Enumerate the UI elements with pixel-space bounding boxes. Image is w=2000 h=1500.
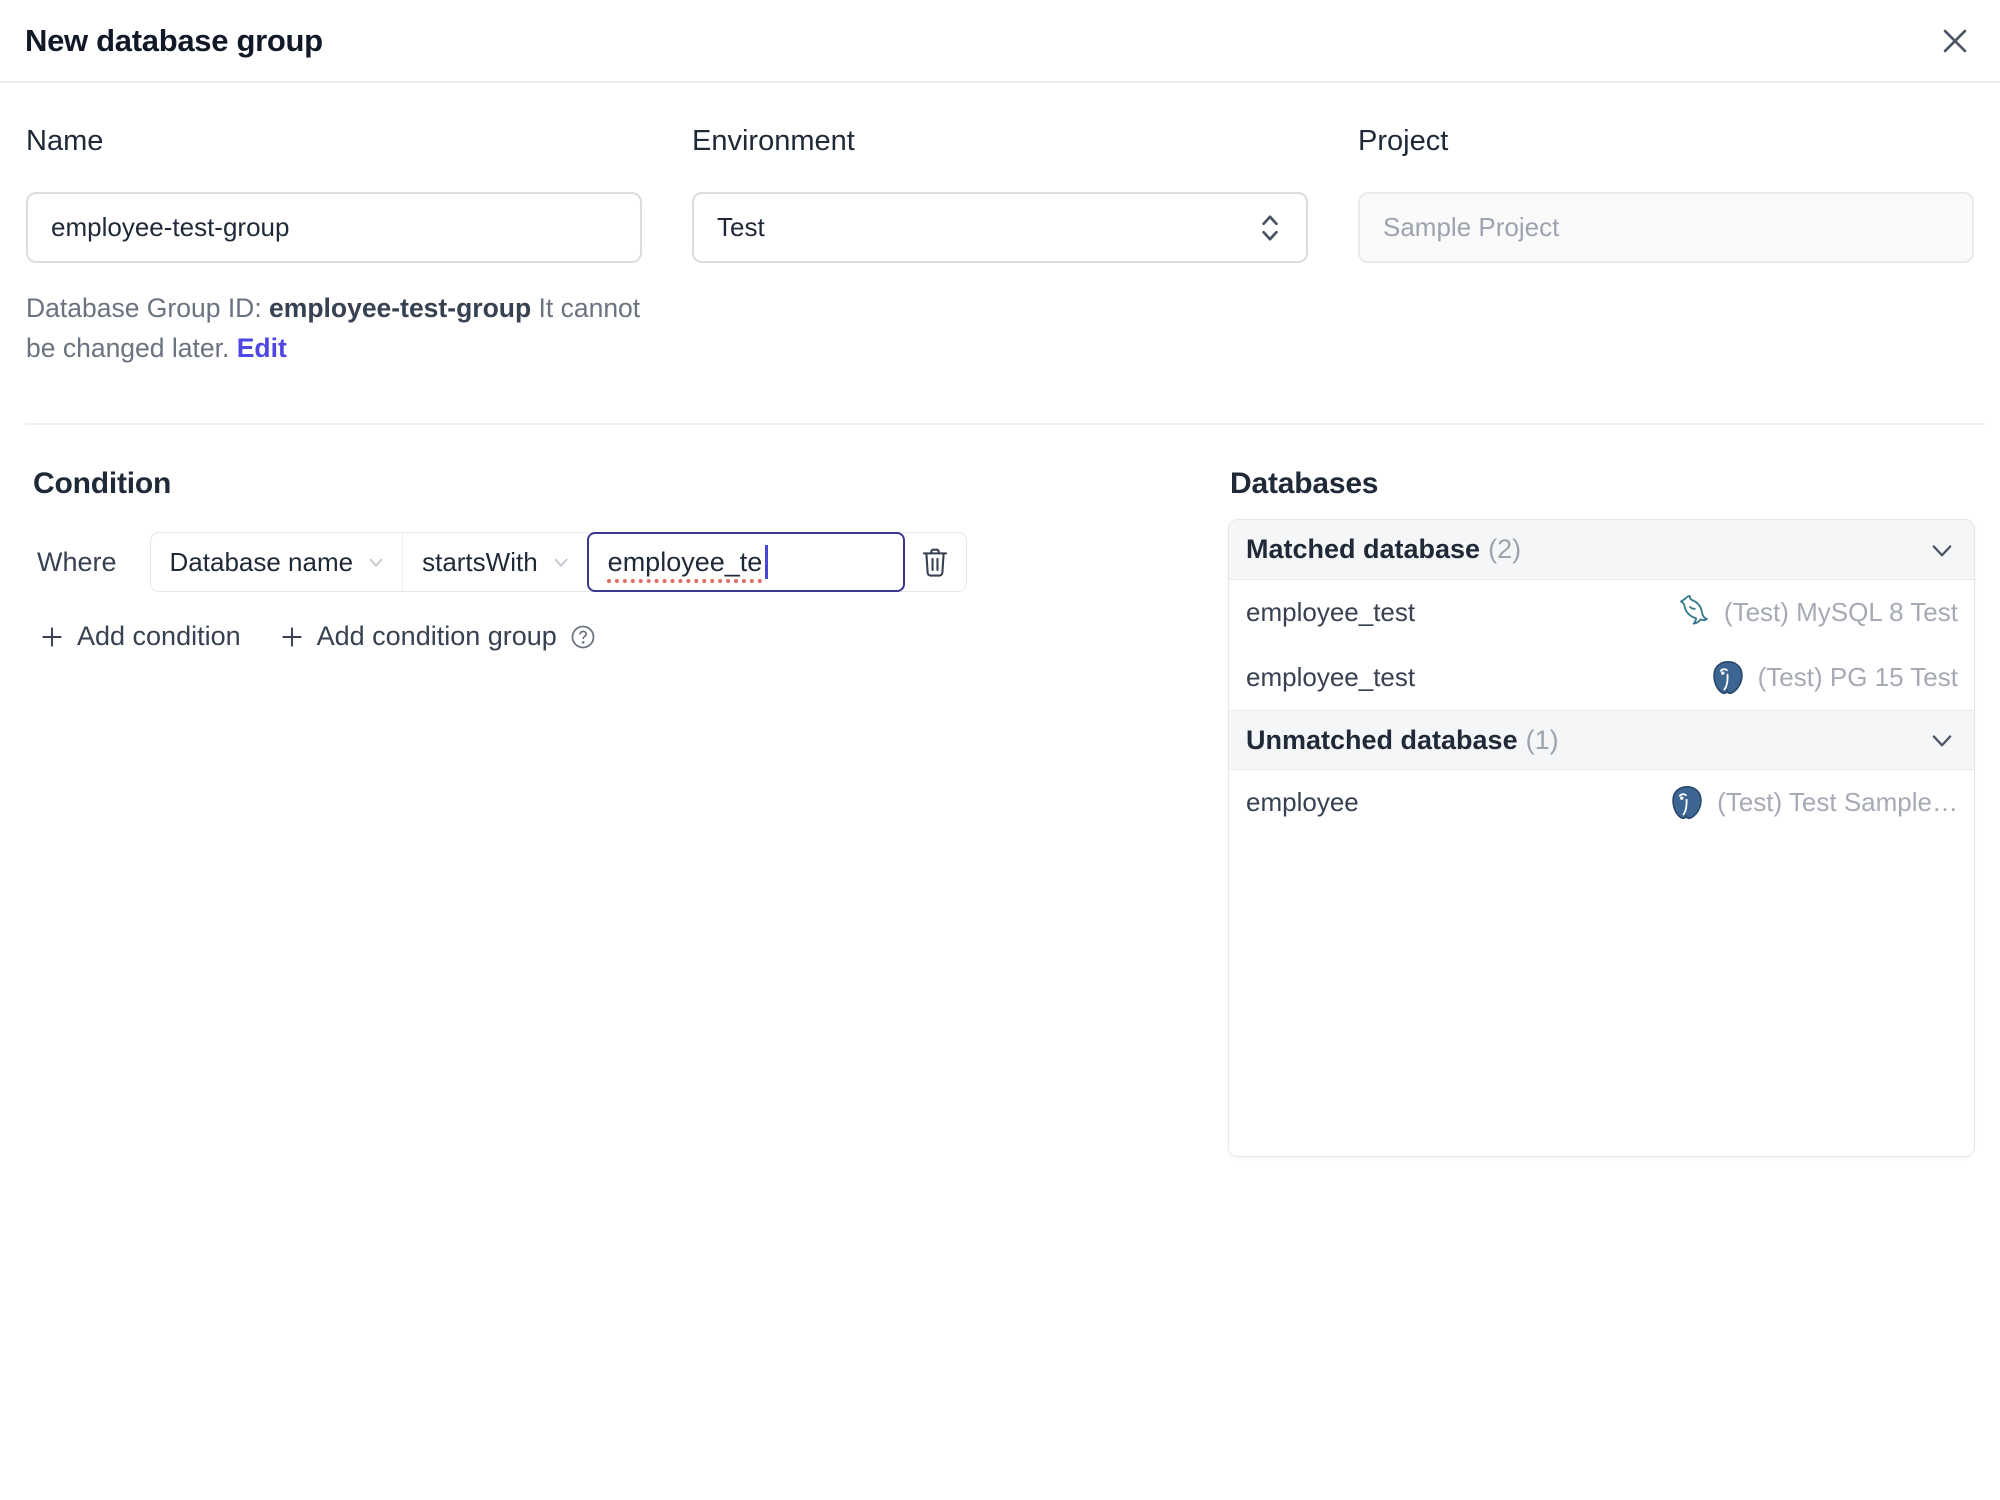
- helper-prefix: Database Group ID:: [26, 293, 270, 323]
- database-row[interactable]: employee_test (Test) PG 15 Test: [1229, 645, 1974, 710]
- add-condition-label: Add condition: [77, 621, 241, 651]
- instance-label: (Test) MySQL 8 Test: [1723, 597, 1958, 627]
- help-circle-icon: [571, 625, 595, 648]
- condition-operator-value: startsWith: [422, 546, 538, 577]
- add-condition-group-button[interactable]: Add condition group: [279, 621, 597, 652]
- close-icon: [1943, 29, 1967, 52]
- name-input[interactable]: [26, 192, 642, 263]
- plus-icon: [281, 626, 302, 647]
- project-input: [1358, 192, 1974, 263]
- unmatched-database-header[interactable]: Unmatched database (1): [1229, 710, 1974, 770]
- lower-section: Condition Where Database name startsWith…: [0, 425, 2000, 1157]
- add-condition-group-label: Add condition group: [316, 621, 557, 651]
- database-instance: (Test) MySQL 8 Test: [1673, 593, 1958, 633]
- chevron-down-icon: [1932, 735, 1952, 747]
- add-condition-button[interactable]: Add condition: [39, 621, 241, 652]
- matched-database-count: (2): [1488, 534, 1522, 564]
- condition-heading: Condition: [33, 467, 172, 500]
- project-label: Project: [1358, 125, 1449, 157]
- delete-condition-button[interactable]: [905, 533, 966, 591]
- postgresql-icon: [1712, 660, 1743, 694]
- page-title: New database group: [25, 22, 323, 58]
- database-instance: (Test) Test Sample…: [1668, 784, 1958, 822]
- database-name: employee_test: [1246, 662, 1416, 692]
- dialog-header: New database group: [0, 0, 2000, 83]
- condition-field-dropdown[interactable]: Database name: [151, 533, 403, 591]
- project-field-group: Project: [1358, 123, 1974, 368]
- condition-value-text: employee_te: [607, 546, 763, 577]
- instance-label: (Test) Test Sample…: [1717, 787, 1958, 817]
- edit-link[interactable]: Edit: [237, 333, 287, 363]
- condition-section: Condition Where Database name startsWith…: [25, 467, 1228, 652]
- chevron-down-icon: [1932, 544, 1952, 556]
- environment-select[interactable]: Test: [692, 192, 1308, 263]
- databases-panel: Matched database (2) employee_test (Test)…: [1228, 519, 1975, 1157]
- text-caret: [765, 545, 769, 579]
- form-row: Name Database Group ID: employee-test-gr…: [0, 83, 2000, 368]
- chevron-updown-icon: [1262, 214, 1278, 241]
- matched-database-header[interactable]: Matched database (2): [1229, 520, 1974, 580]
- chevron-down-icon: [369, 558, 383, 567]
- postgresql-icon: [1672, 785, 1702, 819]
- databases-section: Databases Matched database (2) employee_t…: [1228, 467, 1975, 1157]
- database-instance: (Test) PG 15 Test: [1709, 659, 1958, 697]
- mysql-icon: [1680, 594, 1708, 624]
- environment-field-group: Environment Test: [692, 123, 1308, 368]
- database-name: employee: [1246, 787, 1359, 817]
- chevron-down-icon: [554, 558, 568, 567]
- name-field-group: Name Database Group ID: employee-test-gr…: [26, 123, 642, 368]
- condition-actions: Add condition Add condition group: [39, 621, 1228, 652]
- trash-icon: [923, 548, 948, 577]
- new-database-group-dialog: New database group Name Database Group I…: [0, 0, 2000, 1500]
- name-label: Name: [26, 125, 104, 157]
- condition-group: Database name startsWith employee_te: [149, 532, 967, 592]
- matched-database-title: Matched database: [1246, 534, 1481, 564]
- unmatched-database-title: Unmatched database: [1246, 724, 1518, 755]
- environment-label: Environment: [692, 125, 855, 157]
- condition-row: Where Database name startsWith employee_…: [25, 532, 1228, 592]
- where-label: Where: [37, 546, 117, 577]
- matched-database-header-text: Matched database (2): [1246, 534, 1521, 565]
- close-button[interactable]: [1938, 24, 1972, 58]
- unmatched-database-count: (1): [1525, 724, 1559, 755]
- condition-field-value: Database name: [169, 546, 354, 577]
- environment-selected-value: Test: [717, 212, 765, 242]
- database-name: employee_test: [1246, 597, 1416, 627]
- group-id-helper: Database Group ID: employee-test-group I…: [26, 288, 642, 368]
- instance-label: (Test) PG 15 Test: [1757, 662, 1958, 692]
- condition-operator-dropdown[interactable]: startsWith: [402, 533, 587, 591]
- condition-value-input[interactable]: employee_te: [586, 532, 905, 592]
- plus-icon: [42, 626, 62, 647]
- database-row[interactable]: employee (Test) Test Sample…: [1229, 770, 1974, 835]
- panel-empty-space: [1229, 835, 1974, 1156]
- group-id-value: employee-test-group: [269, 293, 532, 323]
- unmatched-database-header-text: Unmatched database (1): [1246, 725, 1559, 756]
- database-row[interactable]: employee_test (Test) MySQL 8 Test: [1229, 580, 1974, 645]
- databases-heading: Databases: [1230, 467, 1379, 500]
